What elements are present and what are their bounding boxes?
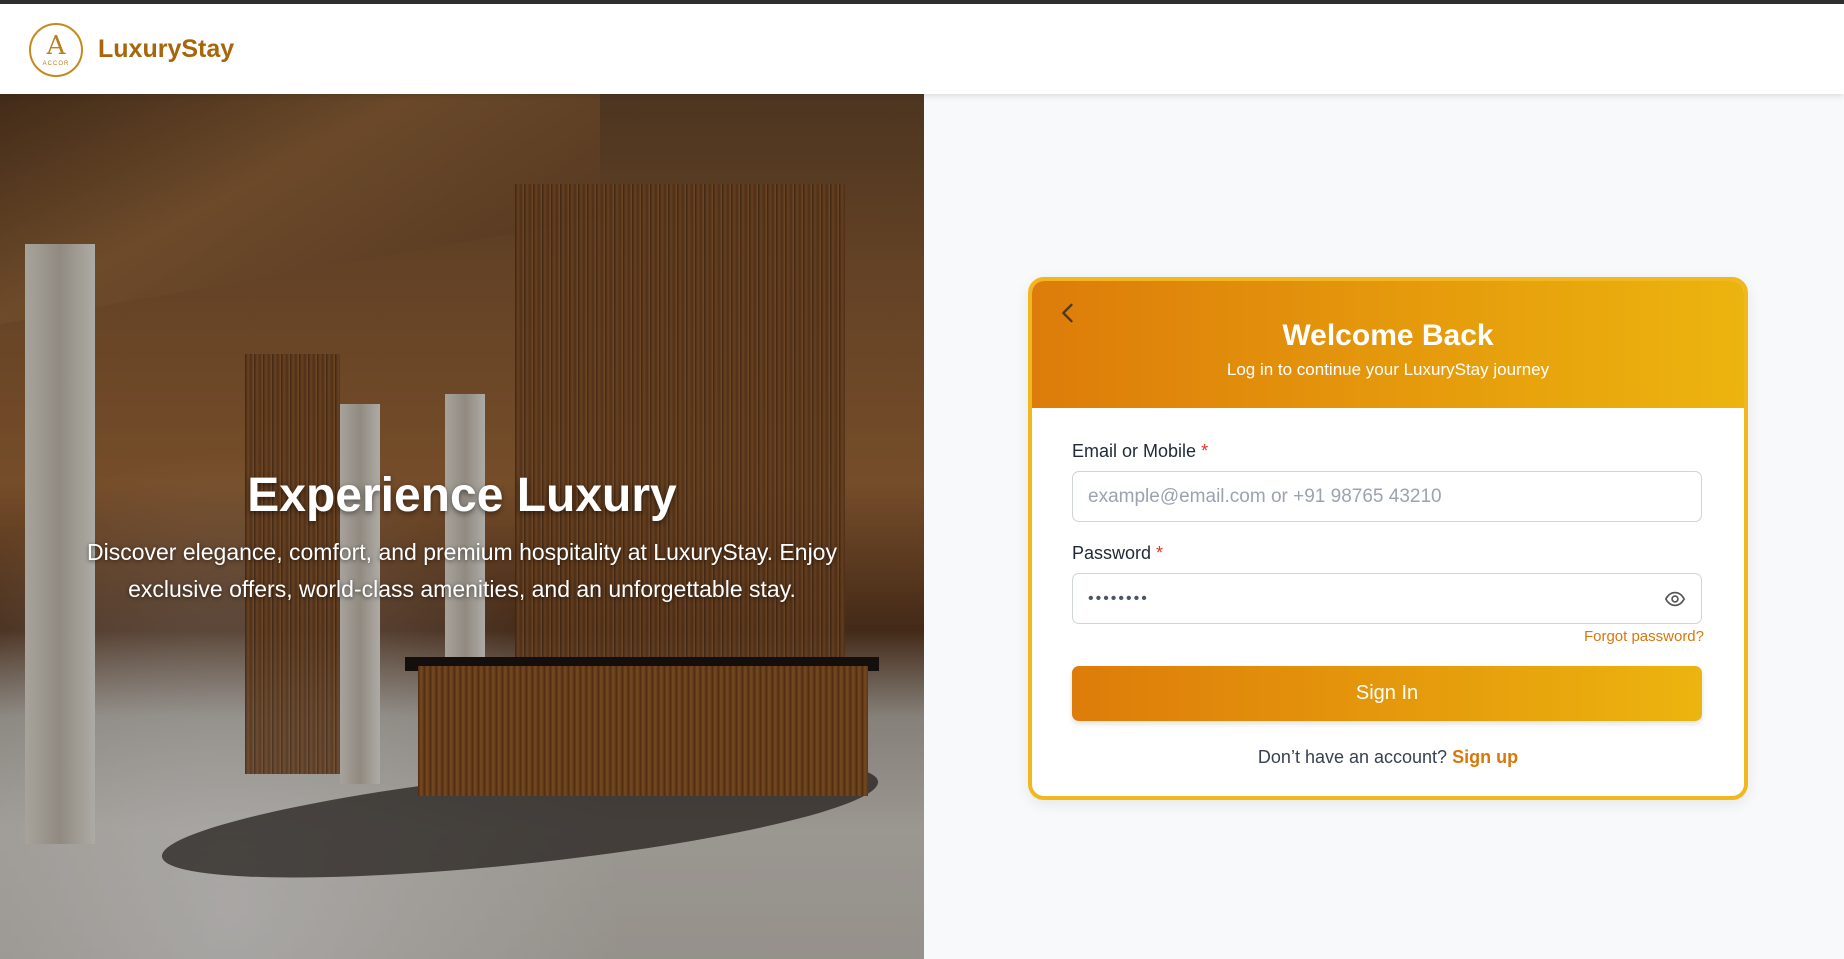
signup-row: Don’t have an account? Sign up <box>1032 747 1744 768</box>
login-card-header: Welcome Back Log in to continue your Lux… <box>1032 281 1744 408</box>
email-label: Email or Mobile * <box>1072 441 1208 462</box>
forgot-password-link[interactable]: Forgot password? <box>1584 628 1704 645</box>
brand-logo[interactable]: A ACCOR <box>29 23 83 77</box>
email-label-text: Email or Mobile <box>1072 441 1197 461</box>
hero-section: Experience Luxury Discover elegance, com… <box>0 94 924 959</box>
hero-description: Discover elegance, comfort, and premium … <box>87 539 837 602</box>
password-label: Password * <box>1072 543 1163 564</box>
logo-letter: A <box>46 31 66 61</box>
required-marker: * <box>1201 441 1209 461</box>
logo-subtext: ACCOR <box>42 61 70 67</box>
login-card: Welcome Back Log in to continue your Lux… <box>1028 277 1748 800</box>
brand-name[interactable]: LuxuryStay <box>98 35 234 64</box>
no-account-text: Don’t have an account? <box>1257 747 1448 767</box>
hero-overlay <box>0 94 924 959</box>
navbar: A ACCOR LuxuryStay <box>0 4 1844 94</box>
sign-in-button[interactable]: Sign In <box>1072 666 1702 721</box>
login-title: Welcome Back <box>1282 319 1494 352</box>
sign-up-link[interactable]: Sign up <box>1452 747 1518 767</box>
login-subtitle: Log in to continue your LuxuryStay journ… <box>1226 360 1550 379</box>
password-value: •••••••• <box>1088 589 1149 607</box>
password-label-text: Password <box>1072 543 1152 563</box>
email-field[interactable]: example@email.com or +91 98765 43210 <box>1072 471 1702 522</box>
password-field[interactable]: •••••••• <box>1072 573 1702 624</box>
eye-icon[interactable] <box>1663 588 1687 610</box>
required-marker: * <box>1156 543 1164 563</box>
email-placeholder: example@email.com or +91 98765 43210 <box>1088 485 1442 507</box>
hero-title: Experience Luxury <box>247 469 677 522</box>
